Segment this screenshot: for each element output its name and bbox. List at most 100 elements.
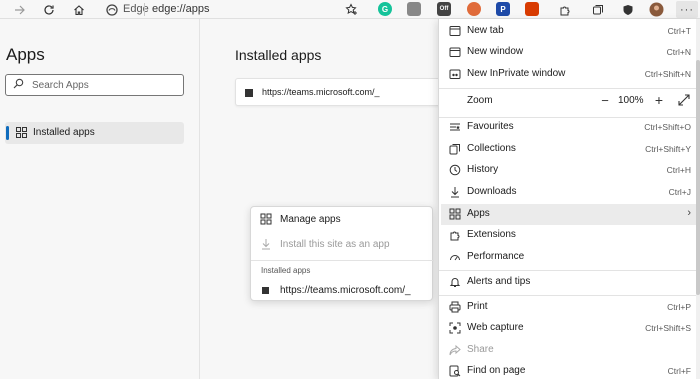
shortcut-label: Ctrl+T <box>667 26 691 36</box>
grammarly-icon[interactable]: G <box>378 2 392 16</box>
search-input[interactable] <box>32 78 180 93</box>
puzzle-icon <box>449 229 462 242</box>
browser-toolbar: Edge edge://apps G Off P ··· <box>0 0 700 19</box>
page-title: Installed apps <box>235 47 322 63</box>
menu-item-label: Share <box>467 344 494 355</box>
shortcut-label: Ctrl+N <box>666 47 691 57</box>
installed-app-card[interactable]: https://teams.microsoft.com/_ <box>235 78 455 106</box>
pdf-icon[interactable]: P <box>496 2 510 16</box>
manage-apps-item[interactable]: Manage apps <box>251 209 434 231</box>
search-icon <box>13 78 24 89</box>
menu-item-apps[interactable]: Apps › <box>441 204 699 225</box>
web-capture-icon <box>449 322 462 335</box>
zoom-out-button[interactable]: − <box>599 94 611 109</box>
chevron-right-icon: › <box>687 207 691 219</box>
favorite-add-icon[interactable] <box>343 1 360 18</box>
sidebar-item-installed-apps[interactable]: Installed apps <box>5 122 184 144</box>
sidebar-item-label: Installed apps <box>33 127 95 138</box>
collections-icon <box>449 143 462 156</box>
active-indicator <box>6 126 9 140</box>
fullscreen-icon[interactable] <box>678 94 690 106</box>
extension-icon[interactable] <box>407 2 421 16</box>
address-divider <box>144 3 145 16</box>
menu-item-find-on-page[interactable]: Find on page Ctrl+F <box>441 361 699 379</box>
menu-item-new-tab[interactable]: New tab Ctrl+T <box>441 21 699 42</box>
history-icon <box>449 164 462 177</box>
menu-item-label: Downloads <box>467 186 517 197</box>
apps-grid-icon <box>449 208 462 221</box>
print-icon <box>449 301 462 314</box>
apps-grid-icon <box>260 213 273 226</box>
submenu-divider <box>251 260 434 261</box>
download-icon <box>449 186 462 199</box>
menu-scrollbar-thumb[interactable] <box>696 60 700 295</box>
zoom-label: Zoom <box>467 95 493 106</box>
menu-item-label: History <box>467 164 499 175</box>
shortcut-label: Ctrl+H <box>666 165 691 175</box>
forward-icon[interactable] <box>11 1 28 18</box>
menu-item-label: Performance <box>467 251 525 262</box>
new-window-icon <box>449 46 462 59</box>
installed-app-item[interactable]: https://teams.microsoft.com/_ <box>251 280 434 302</box>
menu-item-alerts-and-tips[interactable]: Alerts and tips <box>441 272 699 293</box>
shortcut-label: Ctrl+P <box>667 302 691 312</box>
app-tile-icon <box>245 89 253 97</box>
performance-icon <box>449 251 462 264</box>
shortcut-label: Ctrl+Shift+N <box>644 69 691 79</box>
apps-grid-icon <box>16 127 27 138</box>
address-bar[interactable]: edge://apps <box>152 3 210 15</box>
menu-item-label: Favourites <box>467 121 514 132</box>
avatar[interactable] <box>648 1 665 18</box>
menu-item-label: New InPrivate window <box>467 68 566 79</box>
download-icon <box>260 238 273 251</box>
menu-item-label: Find on page <box>467 365 526 376</box>
odoo-icon[interactable]: Off <box>437 2 451 16</box>
find-icon <box>449 365 462 378</box>
home-icon[interactable] <box>70 1 87 18</box>
app-tile-icon <box>260 284 273 297</box>
menu-item-collections[interactable]: Collections Ctrl+Shift+Y <box>441 139 699 160</box>
menu-item-label: Manage apps <box>280 214 341 225</box>
menu-divider <box>439 270 700 271</box>
shield-icon[interactable] <box>619 1 636 18</box>
edge-logo-icon <box>103 1 120 18</box>
profile-icon[interactable] <box>467 2 481 16</box>
menu-item-label: Alerts and tips <box>467 276 531 287</box>
menu-item-label: Apps <box>467 208 490 219</box>
menu-item-label: New tab <box>467 25 504 36</box>
shortcut-label: Ctrl+J <box>668 187 691 197</box>
menu-item-history[interactable]: History Ctrl+H <box>441 160 699 181</box>
zoom-value: 100% <box>618 95 644 106</box>
menu-item-web-capture[interactable]: Web capture Ctrl+Shift+S <box>441 318 699 339</box>
menu-item-favourites[interactable]: Favourites Ctrl+Shift+O <box>441 117 699 138</box>
menu-item-share: Share <box>441 340 699 361</box>
install-site-item: Install this site as an app <box>251 234 434 256</box>
menu-item-new-inprivate-window[interactable]: New InPrivate window Ctrl+Shift+N <box>441 64 699 85</box>
search-field[interactable] <box>5 74 184 96</box>
apps-submenu: Manage apps Install this site as an app … <box>250 206 434 302</box>
shortcut-label: Ctrl+Shift+Y <box>645 144 691 154</box>
menu-item-label: https://teams.microsoft.com/_ <box>280 285 411 296</box>
menu-divider <box>439 88 700 89</box>
menu-item-label: Collections <box>467 143 516 154</box>
menu-item-new-window[interactable]: New window Ctrl+N <box>441 42 699 63</box>
menu-item-extensions[interactable]: Extensions <box>441 225 699 246</box>
menu-item-performance[interactable]: Performance <box>441 247 699 268</box>
menu-item-label: Print <box>467 301 488 312</box>
apps-sidebar: Apps Installed apps <box>0 19 200 379</box>
menu-divider <box>439 295 700 296</box>
office-icon[interactable] <box>525 2 539 16</box>
menu-item-print[interactable]: Print Ctrl+P <box>441 297 699 318</box>
puzzle-icon[interactable] <box>556 1 573 18</box>
app-url: https://teams.microsoft.com/_ <box>262 87 380 97</box>
share-icon <box>449 344 462 357</box>
menu-item-downloads[interactable]: Downloads Ctrl+J <box>441 182 699 203</box>
collections-icon[interactable] <box>589 1 606 18</box>
refresh-icon[interactable] <box>40 1 57 18</box>
more-icon[interactable]: ··· <box>676 1 698 18</box>
submenu-section-title: Installed apps <box>261 266 311 275</box>
shortcut-label: Ctrl+Shift+O <box>644 122 691 132</box>
shortcut-label: Ctrl+F <box>667 366 691 376</box>
inprivate-icon <box>449 68 462 81</box>
zoom-in-button[interactable]: + <box>653 93 665 107</box>
